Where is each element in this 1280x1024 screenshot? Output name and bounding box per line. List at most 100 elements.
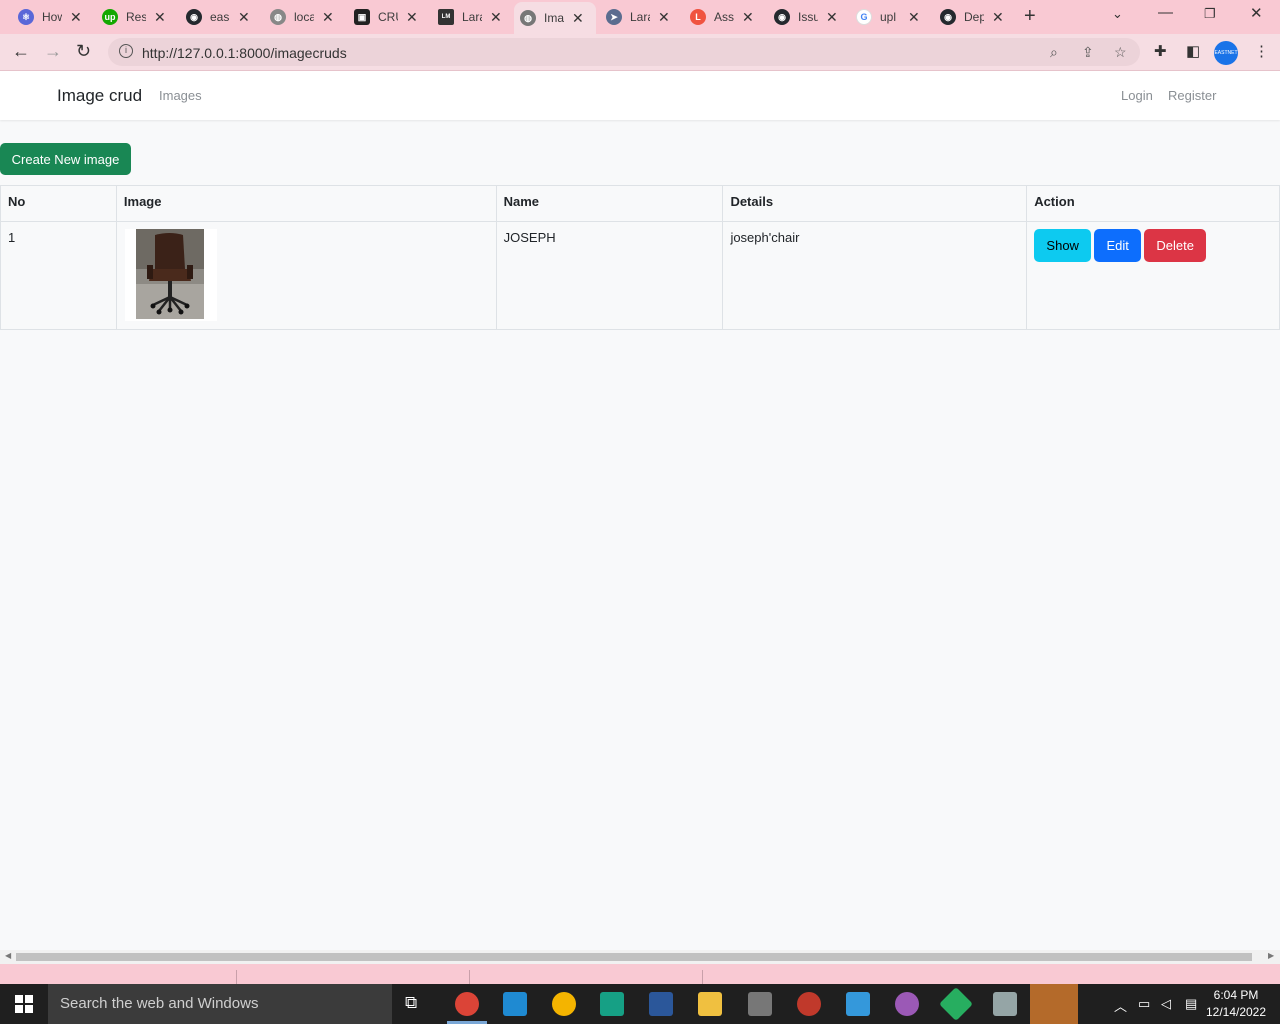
cell-details: joseph'chair: [722, 221, 1028, 330]
close-icon[interactable]: ✕: [992, 9, 1004, 26]
start-button[interactable]: [0, 984, 48, 1024]
column-header-name: Name: [495, 185, 724, 222]
cell-no: 1: [0, 221, 117, 330]
notifications-icon[interactable]: ▤: [1185, 996, 1197, 1012]
volume-muted-icon[interactable]: ◁: [1161, 996, 1171, 1012]
close-icon[interactable]: ✕: [826, 9, 838, 26]
show-button[interactable]: Show: [1034, 229, 1092, 262]
download-shelf: [0, 964, 1280, 984]
git-icon[interactable]: [939, 987, 973, 1021]
taskbar-search[interactable]: Search the web and Windows: [48, 984, 392, 1024]
nav-register-link[interactable]: Register: [1168, 88, 1216, 103]
browser-tab[interactable]: ◉ Issu ✕: [768, 4, 844, 30]
palette-icon[interactable]: [895, 992, 919, 1016]
column-header-action: Action: [1026, 185, 1280, 222]
new-tab-icon[interactable]: +: [1024, 5, 1036, 28]
profile-avatar[interactable]: EASTNET: [1214, 41, 1238, 65]
delete-button[interactable]: Delete: [1144, 229, 1207, 262]
column-header-no: No: [0, 185, 117, 222]
browser-tab[interactable]: G upl ✕: [850, 4, 926, 30]
browser-tab[interactable]: ➤ Lara ✕: [600, 4, 676, 30]
zoom-icon[interactable]: ⌕: [1050, 44, 1058, 61]
github-icon: ◉: [940, 9, 956, 25]
github-icon: ◉: [186, 9, 202, 25]
photos-icon[interactable]: [846, 992, 870, 1016]
browser-tab[interactable]: ▣ CRU ✕: [348, 4, 424, 30]
close-icon[interactable]: ✕: [572, 10, 584, 27]
upwork-icon: up: [102, 9, 118, 25]
browser-tab[interactable]: up Res ✕: [96, 4, 172, 30]
site-info-icon[interactable]: i: [119, 44, 133, 58]
close-icon[interactable]: ✕: [70, 9, 82, 26]
globe-icon: ◍: [270, 9, 286, 25]
bookmark-star-icon[interactable]: ☆: [1114, 44, 1127, 61]
close-icon[interactable]: ✕: [908, 9, 920, 26]
address-toolbar: ← → ↻ i http://127.0.0.1:8000/imagecruds…: [0, 34, 1280, 71]
word-icon[interactable]: [649, 992, 673, 1016]
table-row: 1 JOSEPH joseph'chair Show Edit Delete: [0, 221, 1280, 330]
back-icon[interactable]: ←: [12, 41, 30, 62]
app-icon[interactable]: [748, 992, 772, 1016]
close-icon[interactable]: ✕: [406, 9, 418, 26]
crud-icon: ▣: [354, 9, 370, 25]
clock-date: 12/14/2022: [1205, 1005, 1267, 1019]
close-icon[interactable]: ✕: [238, 9, 250, 26]
edit-button[interactable]: Edit: [1094, 229, 1142, 262]
file-explorer-icon[interactable]: [698, 992, 722, 1016]
laravel-icon: LM: [438, 9, 454, 25]
create-new-image-button[interactable]: Create New image: [0, 143, 131, 175]
side-panel-icon[interactable]: ◧: [1186, 42, 1200, 60]
browser-tab[interactable]: ⚛ How ✕: [12, 4, 88, 30]
browser-tab[interactable]: LM Lara ✕: [432, 4, 508, 30]
react-icon: ⚛: [18, 9, 34, 25]
cell-name: JOSEPH: [495, 221, 724, 330]
browser-tab[interactable]: ◉ Dep ✕: [934, 4, 1010, 30]
windows-logo-icon: [15, 995, 33, 1013]
minimize-icon[interactable]: —: [1158, 4, 1173, 21]
chrome-icon[interactable]: [455, 992, 479, 1016]
brand-link[interactable]: Image crud: [57, 86, 142, 106]
window-close-icon[interactable]: ✕: [1250, 4, 1263, 22]
close-icon[interactable]: ✕: [658, 9, 670, 26]
close-icon[interactable]: ✕: [154, 9, 166, 26]
google-icon: G: [856, 9, 872, 25]
paint-icon[interactable]: [797, 992, 821, 1016]
github-desktop-icon[interactable]: [1030, 984, 1078, 1024]
network-icon[interactable]: ▭: [1138, 996, 1150, 1012]
taskbar-clock[interactable]: 6:04 PM 12/14/2022: [1204, 987, 1268, 1021]
address-bar[interactable]: i http://127.0.0.1:8000/imagecruds ⌕ ⇪ ☆: [108, 38, 1140, 66]
nav-images-link[interactable]: Images: [159, 88, 202, 103]
browser-tab[interactable]: L Ass ✕: [684, 4, 760, 30]
table-header-row: No Image Name Details Action: [0, 185, 1280, 222]
scroll-right-icon[interactable]: ▶: [1268, 951, 1274, 960]
chrome-alt-icon[interactable]: [552, 992, 576, 1016]
tab-search-icon[interactable]: ⌄: [1112, 6, 1123, 22]
browser-tab[interactable]: ◉ eas ✕: [180, 4, 256, 30]
share-icon[interactable]: ⇪: [1082, 44, 1094, 61]
browser-tab[interactable]: ◍ loca ✕: [264, 4, 340, 30]
laravel-icon: L: [690, 9, 706, 25]
menu-icon[interactable]: ⋮: [1254, 42, 1269, 60]
url-text[interactable]: http://127.0.0.1:8000/imagecruds: [142, 45, 347, 61]
tray-chevron-icon[interactable]: ︿: [1114, 996, 1127, 1015]
horizontal-scrollbar[interactable]: ◀ ▶: [0, 950, 1280, 964]
vscode-icon[interactable]: [503, 992, 527, 1016]
windows-taskbar: Search the web and Windows ⧉ ︿ ▭ ◁ ▤ 6:0…: [0, 984, 1280, 1024]
reload-icon[interactable]: ↻: [76, 41, 91, 62]
task-view-icon[interactable]: ⧉: [405, 993, 417, 1013]
close-icon[interactable]: ✕: [490, 9, 502, 26]
nav-login-link[interactable]: Login: [1121, 88, 1153, 103]
scroll-left-icon[interactable]: ◀: [5, 951, 11, 960]
forward-icon[interactable]: →: [44, 41, 62, 62]
scrollbar-thumb[interactable]: [16, 953, 1252, 961]
restore-icon[interactable]: ❐: [1204, 6, 1216, 22]
chair-image: [135, 229, 204, 319]
close-icon[interactable]: ✕: [742, 9, 754, 26]
browser-tab-active[interactable]: ◍ Ima ✕: [514, 2, 596, 34]
close-icon[interactable]: ✕: [322, 9, 334, 26]
publisher-icon[interactable]: [600, 992, 624, 1016]
extensions-icon[interactable]: ✚: [1154, 42, 1167, 60]
globe-icon: ◍: [520, 10, 536, 26]
browser-tab-strip: ⚛ How ✕ up Res ✕ ◉ eas ✕ ◍ loca ✕ ▣ CRU …: [0, 0, 1280, 34]
remote-desktop-icon[interactable]: [993, 992, 1017, 1016]
